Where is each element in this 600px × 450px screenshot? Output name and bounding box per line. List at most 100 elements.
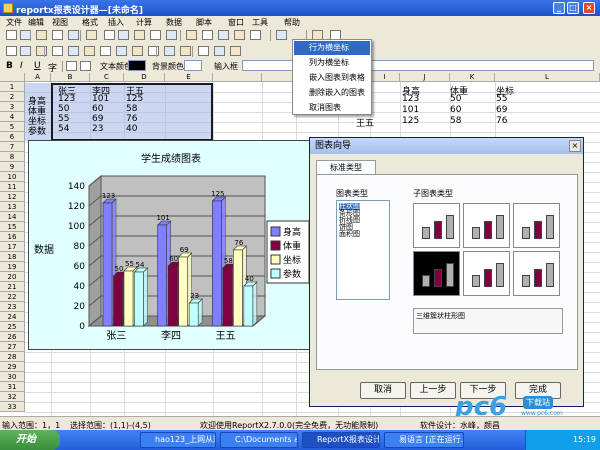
standard-icon-13[interactable] [218,30,229,40]
underline-icon[interactable]: U [34,61,45,71]
left-table-cell[interactable]: 54 [58,124,69,134]
left-table-cell[interactable]: 40 [126,124,137,134]
subtype-thumbnail-4[interactable] [463,251,510,296]
left-table-cell[interactable]: 23 [92,124,103,134]
column-header-1[interactable]: B [51,73,90,82]
context-menu-item-4[interactable]: 取消图表 [294,101,370,115]
row-header-23[interactable]: 24 [0,312,25,322]
taskbar-task-1[interactable]: C:\Documents and... [220,432,298,448]
subtype-thumbnail-2[interactable] [513,203,560,248]
dialog-close-button[interactable]: × [569,140,581,152]
cancel-button[interactable]: 取消 [360,382,406,399]
menu-item-7[interactable]: 脚本 [196,17,212,28]
row-header-19[interactable]: 20 [0,272,25,282]
row-header-8[interactable]: 9 [0,162,25,172]
row-header-29[interactable]: 30 [0,372,25,382]
row-header-28[interactable]: 29 [0,362,25,372]
chart-icon-6[interactable] [100,46,111,56]
standard-icon-16[interactable] [276,30,287,40]
menu-item-0[interactable]: 文件 [6,17,22,28]
row-header-14[interactable]: 15 [0,222,25,232]
context-menu-item-1[interactable]: 列为横坐标 [294,56,370,70]
row-header-1[interactable]: 2 [0,92,25,102]
standard-icon-5[interactable] [86,30,97,40]
row-header-20[interactable]: 21 [0,282,25,292]
chart-icon-5[interactable] [84,46,95,56]
standard-icon-0[interactable] [6,30,17,40]
align-left-icon[interactable] [66,61,77,71]
maximize-button[interactable]: □ [567,2,579,14]
right-table-cell[interactable]: 125 [402,116,419,126]
close-button[interactable]: × [583,2,595,14]
right-table-cell[interactable]: 55 [496,94,507,104]
row-header-3[interactable]: 4 [0,112,25,122]
row-header-27[interactable]: 28 [0,352,25,362]
column-header-3[interactable]: D [124,73,165,82]
column-header-11[interactable]: K [450,73,495,82]
column-header-4[interactable]: E [165,73,213,82]
chart-icon-14[interactable] [230,46,241,56]
column-header-9[interactable]: I [370,73,400,82]
chart-icon-13[interactable] [214,46,225,56]
row-header-6[interactable]: 7 [0,142,25,152]
menu-item-8[interactable]: 窗口 [228,17,244,28]
standard-icon-7[interactable] [118,30,129,40]
standard-icon-2[interactable] [36,30,47,40]
chart-icon-4[interactable] [68,46,79,56]
prev-button[interactable]: 上一步 [410,382,456,399]
standard-icon-3[interactable] [52,30,63,40]
row-header-21[interactable]: 22 [0,292,25,302]
tab-standard-types[interactable]: 标准类型 [316,160,376,174]
standard-icon-10[interactable] [166,30,177,40]
column-header-6[interactable] [262,73,296,82]
row-header-5[interactable]: 6 [0,132,25,142]
chart-icon-8[interactable] [132,46,143,56]
left-table-cell[interactable]: 101 [92,94,109,104]
context-menu-item-2[interactable]: 嵌入图表到表格 [294,71,370,85]
text-color-picker[interactable] [128,60,146,71]
row-header-0[interactable]: 1 [0,82,25,92]
taskbar-task-3[interactable]: 易语言 [正在运行... [384,432,464,448]
row-header-13[interactable]: 14 [0,212,25,222]
bold-icon[interactable]: B [6,61,17,71]
chart-icon-0[interactable] [6,46,17,56]
right-table-cell[interactable]: 50 [450,94,461,104]
right-table-cell[interactable]: 王五 [356,116,374,129]
row-header-31[interactable]: 32 [0,392,25,402]
chart-icon-11[interactable] [180,46,191,56]
standard-icon-15[interactable] [250,30,261,40]
corner-cell[interactable] [0,73,25,82]
left-table-cell[interactable]: 123 [58,94,75,104]
menu-item-4[interactable]: 插入 [108,17,124,28]
row-header-18[interactable]: 19 [0,262,25,272]
chart-type-list[interactable]: 柱状图 条形图 折线图 饼图 面积图 [336,200,390,300]
chart-icon-12[interactable] [198,46,209,56]
italic-icon[interactable]: I [20,61,31,71]
standard-icon-6[interactable] [104,30,115,40]
menu-item-9[interactable]: 工具 [252,17,268,28]
column-header-0[interactable]: A [25,73,51,82]
row-header-10[interactable]: 11 [0,182,25,192]
column-header-12[interactable]: L [495,73,600,82]
context-menu-item-3[interactable]: 删除嵌入的图表 [294,86,370,100]
row-header-16[interactable]: 17 [0,242,25,252]
standard-icon-12[interactable] [202,30,213,40]
menu-item-6[interactable]: 数据 [166,17,182,28]
standard-icon-8[interactable] [134,30,145,40]
menu-item-5[interactable]: 计算 [136,17,152,28]
row-header-22[interactable]: 23 [0,302,25,312]
left-table-cell[interactable]: 125 [126,94,143,104]
right-table-cell[interactable]: 101 [402,105,419,115]
row-header-11[interactable]: 12 [0,192,25,202]
chart-type-item-4[interactable]: 面积图 [339,231,360,238]
taskbar-task-0[interactable]: hao123_上网从这... [140,432,216,448]
row-header-25[interactable]: 26 [0,332,25,342]
subtype-thumbnail-0[interactable] [413,203,460,248]
row-header-9[interactable]: 10 [0,172,25,182]
left-table-cell[interactable]: 参数 [28,124,46,137]
chart-icon-1[interactable] [20,46,31,56]
standard-icon-11[interactable] [186,30,197,40]
row-header-24[interactable]: 25 [0,322,25,332]
context-menu-item-0[interactable]: 行为横坐标 [294,41,370,55]
right-table-cell[interactable]: 123 [402,94,419,104]
